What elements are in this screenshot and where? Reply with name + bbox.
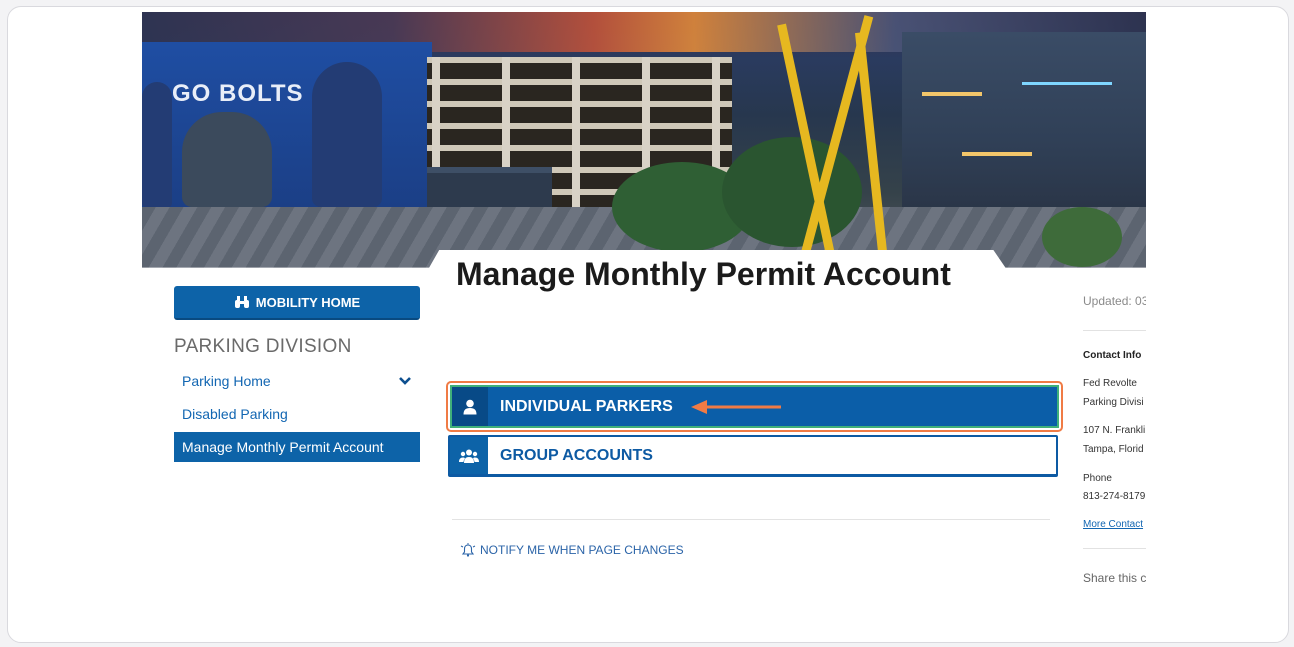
- garage-post: [572, 57, 580, 207]
- more-contact-link[interactable]: More Contact: [1083, 519, 1143, 530]
- mural-screen: [182, 112, 272, 207]
- contact-phone-label: Phone: [1083, 473, 1112, 484]
- sidebar-nav: Parking Home Disabled Parking Manage Mon…: [174, 366, 420, 465]
- mobility-home-button[interactable]: MOBILITY HOME: [174, 286, 420, 320]
- contact-city: Tampa, Florid: [1083, 444, 1144, 455]
- contact-name: Fed Revolte: [1083, 378, 1137, 389]
- chevron-down-icon[interactable]: [398, 376, 412, 386]
- notify-me-link[interactable]: NOTIFY ME WHEN PAGE CHANGES: [460, 543, 684, 557]
- user-icon: [452, 387, 488, 426]
- sidebar-item-manage-monthly-permit[interactable]: Manage Monthly Permit Account: [174, 432, 420, 462]
- arena-mural: GO BOLTS: [142, 42, 432, 207]
- updated-date: Updated: 03: [1083, 294, 1146, 308]
- contact-heading: Contact Info: [1083, 350, 1142, 361]
- bell-icon: [460, 543, 476, 557]
- right-info-column: Updated: 03 Contact Info Fed Revolte Par…: [1083, 290, 1146, 600]
- sidebar-item-label: Disabled Parking: [182, 406, 288, 422]
- tree: [722, 137, 862, 247]
- sidebar-item-label: Manage Monthly Permit Account: [182, 439, 384, 455]
- sidebar-item-parking-home[interactable]: Parking Home: [174, 366, 420, 396]
- contact-division: Parking Divisi: [1083, 397, 1144, 408]
- window-light: [962, 152, 1032, 156]
- pointer-arrow-icon: [690, 399, 781, 414]
- hero-banner-image: GO BOLTS: [142, 12, 1146, 270]
- page-title: Manage Monthly Permit Account: [456, 256, 951, 292]
- mural-text: GO BOLTS: [172, 80, 304, 107]
- individual-parkers-button[interactable]: INDIVIDUAL PARKERS: [450, 385, 1059, 428]
- contact-address: 107 N. Frankli: [1083, 425, 1146, 436]
- mobility-home-label: MOBILITY HOME: [255, 294, 361, 310]
- individual-parkers-highlight: INDIVIDUAL PARKERS: [446, 381, 1063, 432]
- individual-parkers-label: INDIVIDUAL PARKERS: [500, 397, 673, 415]
- city-buildings: [902, 32, 1146, 212]
- notify-label: NOTIFY ME WHEN PAGE CHANGES: [480, 543, 684, 557]
- mural-player: [142, 82, 172, 207]
- sidebar-item-disabled-parking[interactable]: Disabled Parking: [174, 399, 420, 429]
- sidebar-item-label: Parking Home: [182, 373, 271, 389]
- division-title: PARKING DIVISION: [174, 336, 352, 357]
- binoculars-icon: [234, 296, 250, 308]
- group-accounts-button[interactable]: GROUP ACCOUNTS: [448, 435, 1058, 477]
- divider: [1083, 548, 1146, 549]
- content-divider: [452, 519, 1050, 520]
- window-light: [922, 92, 982, 96]
- window-light: [1022, 82, 1112, 85]
- divider: [1083, 330, 1146, 331]
- mural-player: [312, 62, 382, 207]
- users-icon: [450, 437, 488, 474]
- tree: [1042, 207, 1122, 267]
- group-accounts-label: GROUP ACCOUNTS: [500, 446, 653, 464]
- share-label: Share this c: [1083, 571, 1146, 585]
- contact-phone: 813-274-8179: [1083, 491, 1146, 502]
